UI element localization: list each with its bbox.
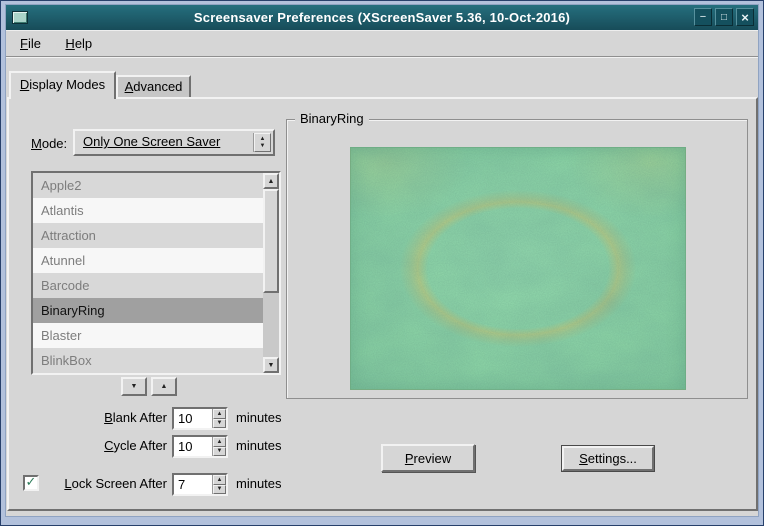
menu-help[interactable]: Help <box>55 31 102 56</box>
cycle-after-rest: ycle After <box>114 438 167 453</box>
lock-after-steppers: ▲ ▼ <box>212 475 226 494</box>
xscreensaver-window: Screensaver Preferences (XScreenSaver 5.… <box>0 0 764 526</box>
lock-after-spinbox: ▲ ▼ <box>172 473 228 496</box>
titlebar[interactable]: Screensaver Preferences (XScreenSaver 5.… <box>6 5 758 30</box>
mode-label: Mode: <box>31 136 67 151</box>
combo-spinner-icon: ▲ ▼ <box>254 133 271 152</box>
down-arrow-icon: ▼ <box>217 486 223 492</box>
preview-noise-texture <box>351 148 685 389</box>
menubar: File Help <box>6 30 758 57</box>
list-item-barcode[interactable]: Barcode <box>33 273 263 298</box>
settings-button-accel: S <box>579 451 588 466</box>
preview-button-accel: P <box>405 451 414 466</box>
list-prev-button[interactable]: ▲ <box>151 377 177 396</box>
preview-button[interactable]: Preview <box>381 444 475 472</box>
down-arrow-icon: ▼ <box>268 362 275 369</box>
restore-button[interactable]: □ <box>715 8 733 26</box>
cycle-after-input[interactable] <box>174 437 212 456</box>
tab-display-modes-accel: D <box>20 77 29 92</box>
list-next-button[interactable]: ▼ <box>121 377 147 396</box>
lock-after-rest: ock Screen After <box>72 476 167 491</box>
blank-after-increment[interactable]: ▲ <box>213 409 226 419</box>
up-arrow-icon: ▲ <box>217 477 223 483</box>
app-icon <box>12 11 28 24</box>
menu-file-label: ile <box>28 36 41 51</box>
down-arrow-icon: ▼ <box>131 383 138 390</box>
scrollbar-up-button[interactable]: ▲ <box>263 173 279 189</box>
lock-after-input[interactable] <box>174 475 212 494</box>
down-arrow-icon: ▼ <box>217 448 223 454</box>
preview-frame-title: BinaryRing <box>295 111 369 126</box>
cycle-after-steppers: ▲ ▼ <box>212 437 226 456</box>
tab-advanced-label: dvanced <box>133 79 182 94</box>
close-icon: × <box>741 12 749 23</box>
window-content: Screensaver Preferences (XScreenSaver 5.… <box>5 4 759 517</box>
lock-after-decrement[interactable]: ▼ <box>213 485 226 495</box>
blank-after-spinbox: ▲ ▼ <box>172 407 228 430</box>
up-arrow-icon: ▲ <box>161 383 168 390</box>
blank-after-decrement[interactable]: ▼ <box>213 419 226 429</box>
cycle-after-accel: C <box>104 438 113 453</box>
preview-button-label: review <box>414 451 452 466</box>
check-icon: ✓ <box>26 474 37 490</box>
list-item-binaryring[interactable]: BinaryRing <box>33 298 263 323</box>
minimize-button[interactable]: − <box>694 8 712 26</box>
blank-after-steppers: ▲ ▼ <box>212 409 226 428</box>
tab-display-modes[interactable]: Display Modes <box>9 71 116 99</box>
list-item-attraction[interactable]: Attraction <box>33 223 263 248</box>
screensaver-list-rows: Apple2 Atlantis Attraction Atunnel Barco… <box>33 173 263 373</box>
list-item-blinkbox[interactable]: BlinkBox <box>33 348 263 373</box>
mode-label-rest: ode: <box>42 136 67 151</box>
blank-after-label: Blank After <box>9 410 167 425</box>
screensaver-preview-canvas <box>350 147 686 390</box>
settings-button-label: ettings... <box>588 451 637 466</box>
lock-checkbox[interactable]: ✓ <box>23 475 39 491</box>
lock-minutes-label: minutes <box>236 476 282 491</box>
lock-after-label: Lock Screen After <box>45 476 167 491</box>
scrollbar-thumb[interactable] <box>263 189 279 293</box>
settings-button[interactable]: Settings... <box>562 446 654 471</box>
cycle-after-increment[interactable]: ▲ <box>213 437 226 447</box>
scrollbar-down-button[interactable]: ▼ <box>263 357 279 373</box>
blank-after-input[interactable] <box>174 409 212 428</box>
screensaver-list: Apple2 Atlantis Attraction Atunnel Barco… <box>31 171 281 375</box>
tab-display-modes-label: isplay Modes <box>29 77 105 92</box>
mode-combo-value: Only One Screen Saver <box>75 131 273 153</box>
minimize-icon: − <box>700 12 706 23</box>
menu-help-label: elp <box>75 36 92 51</box>
titlebar-buttons: − □ × <box>694 8 754 26</box>
mode-combo[interactable]: Only One Screen Saver ▲ ▼ <box>73 129 275 156</box>
preview-frame: BinaryRing <box>286 119 748 399</box>
restore-icon: □ <box>721 12 727 23</box>
list-item-atunnel[interactable]: Atunnel <box>33 248 263 273</box>
cycle-after-decrement[interactable]: ▼ <box>213 447 226 457</box>
blank-minutes-label: minutes <box>236 410 282 425</box>
list-item-apple2[interactable]: Apple2 <box>33 173 263 198</box>
menu-file[interactable]: File <box>10 31 51 56</box>
cycle-after-label: Cycle After <box>9 438 167 453</box>
list-scrollbar[interactable]: ▲ ▼ <box>263 173 279 373</box>
up-arrow-icon: ▲ <box>217 439 223 445</box>
cycle-after-spinbox: ▲ ▼ <box>172 435 228 458</box>
list-item-atlantis[interactable]: Atlantis <box>33 198 263 223</box>
list-item-blaster[interactable]: Blaster <box>33 323 263 348</box>
blank-after-rest: lank After <box>113 410 167 425</box>
up-arrow-icon: ▲ <box>268 178 275 185</box>
mode-label-accel: M <box>31 136 42 151</box>
up-arrow-icon: ▲ <box>217 411 223 417</box>
down-arrow-icon: ▼ <box>260 143 266 149</box>
menu-file-accel: F <box>20 36 28 51</box>
menu-help-accel: H <box>65 36 74 51</box>
tab-advanced[interactable]: Advanced <box>116 75 191 97</box>
cycle-minutes-label: minutes <box>236 438 282 453</box>
display-modes-panel: Mode: Only One Screen Saver ▲ ▼ Apple2 A… <box>7 97 758 511</box>
window-title: Screensaver Preferences (XScreenSaver 5.… <box>6 5 758 30</box>
lock-after-increment[interactable]: ▲ <box>213 475 226 485</box>
blank-after-accel: B <box>104 410 113 425</box>
close-button[interactable]: × <box>736 8 754 26</box>
up-arrow-icon: ▲ <box>260 136 266 142</box>
tab-advanced-accel: A <box>125 79 134 94</box>
down-arrow-icon: ▼ <box>217 420 223 426</box>
lock-after-accel: L <box>64 476 71 491</box>
